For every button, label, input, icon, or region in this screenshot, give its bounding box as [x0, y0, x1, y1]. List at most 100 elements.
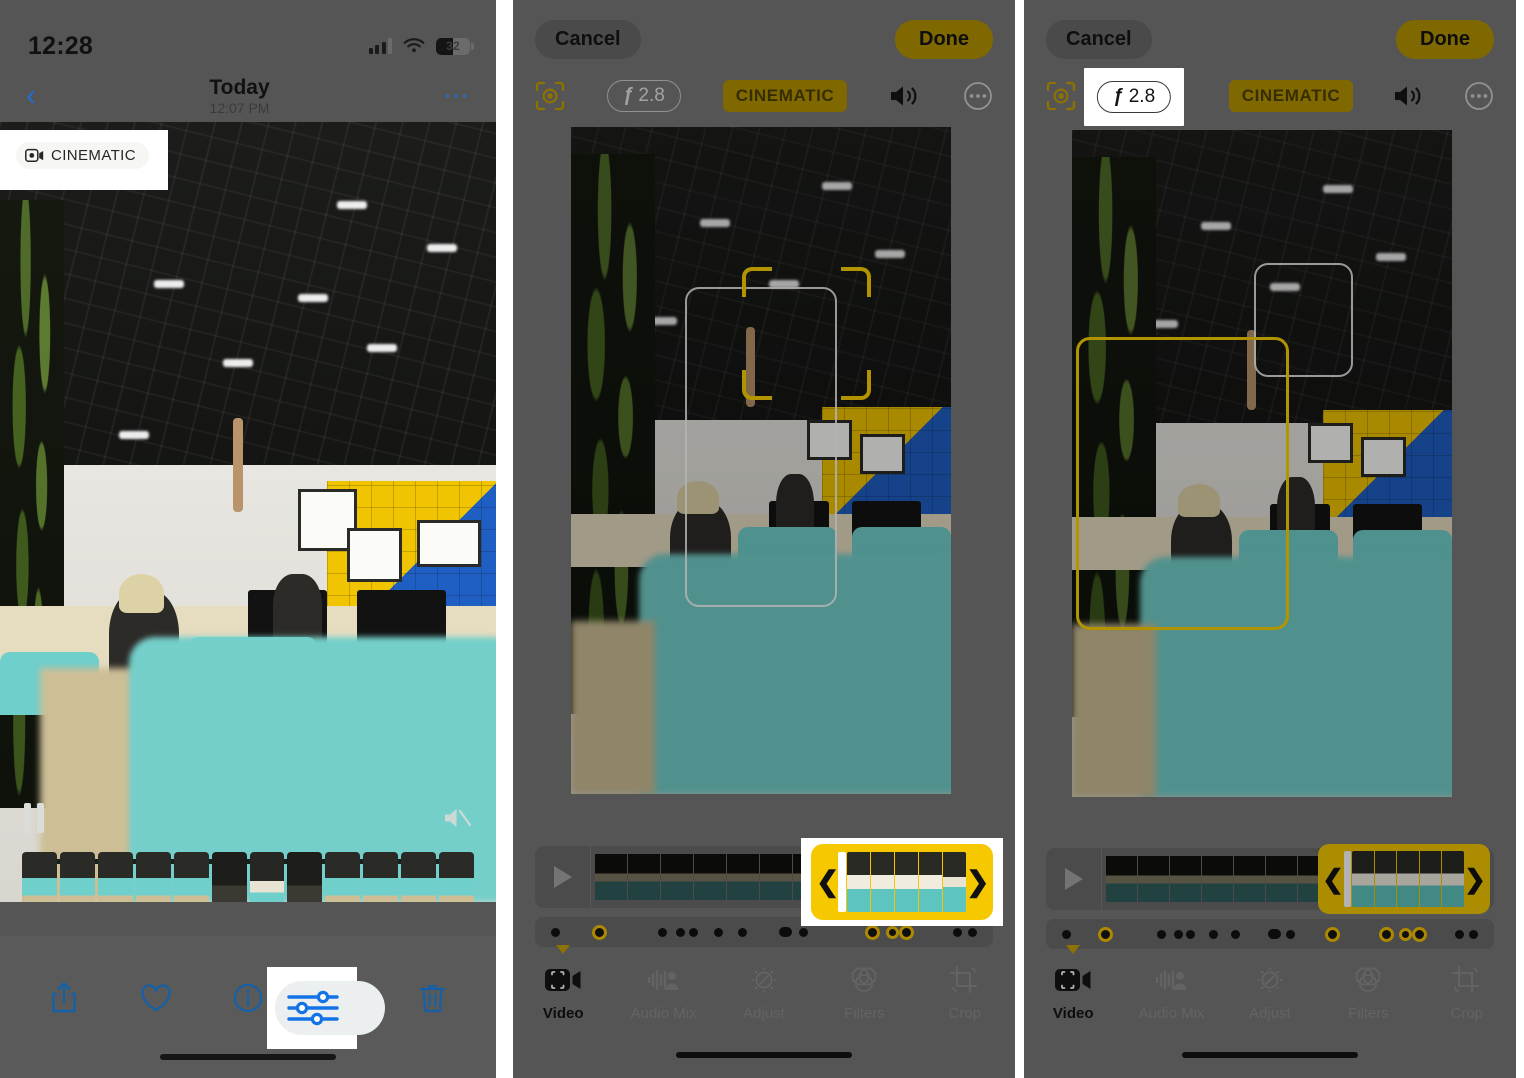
- tab-crop[interactable]: Crop: [915, 959, 1015, 1022]
- tab-label: Audio Mix: [1138, 1005, 1205, 1022]
- filmstrip-thumb[interactable]: [173, 852, 209, 902]
- active-tab-indicator: [556, 945, 571, 954]
- tab-label: Filters: [843, 1005, 885, 1022]
- done-button[interactable]: Done: [895, 19, 993, 59]
- page-title: Today 12:07 PM: [36, 76, 443, 117]
- tab-video[interactable]: Video: [1024, 945, 1122, 1022]
- tab-adjust[interactable]: Adjust: [714, 959, 814, 1022]
- navigation-bar: ‹ Today 12:07 PM ⋯: [0, 70, 496, 122]
- tab-audio-mix[interactable]: Audio Mix: [613, 959, 713, 1022]
- filmstrip-thumb[interactable]: [249, 852, 285, 902]
- cinematic-mode-badge[interactable]: CINEMATIC: [1228, 80, 1354, 112]
- trim-selection[interactable]: ❮ ❯: [811, 844, 993, 920]
- trim-right-handle[interactable]: ❯: [966, 868, 989, 896]
- back-button[interactable]: ‹: [26, 81, 36, 111]
- playhead[interactable]: [838, 852, 846, 912]
- trim-left-handle[interactable]: ❮: [1322, 866, 1344, 892]
- ellipsis-circle-icon[interactable]: [963, 81, 993, 111]
- filmstrip-thumb[interactable]: [135, 852, 171, 902]
- home-indicator: [160, 1054, 336, 1060]
- panel-photo-viewer: 12:28 32 ‹ Today 12:07 PM ⋯ CINEMATIC: [0, 0, 496, 1078]
- tab-label: Filters: [1347, 1005, 1389, 1022]
- trim-left-handle[interactable]: ❮: [816, 868, 839, 896]
- tab-label: Video: [1052, 1005, 1094, 1022]
- focus-target-icon[interactable]: [535, 81, 565, 111]
- trim-selection[interactable]: ❮ ❯: [1318, 844, 1490, 914]
- cellular-bars-icon: [368, 38, 392, 54]
- audio-mix-icon: [647, 969, 679, 991]
- tab-label: Audio Mix: [630, 1005, 697, 1022]
- title-text: Today: [209, 75, 270, 99]
- done-button[interactable]: Done: [1396, 19, 1494, 59]
- playhead[interactable]: [1344, 851, 1351, 907]
- crop-rotate-icon: [1451, 965, 1479, 994]
- office-scene-image: [1072, 130, 1452, 797]
- play-button[interactable]: [535, 846, 591, 908]
- sliders-icon[interactable]: [285, 989, 341, 1027]
- aperture-value: 2.8: [1128, 86, 1156, 107]
- subtitle-text: 12:07 PM: [209, 99, 270, 116]
- filmstrip-thumb[interactable]: [363, 852, 399, 902]
- filmstrip-thumb[interactable]: [287, 852, 323, 902]
- trim-frames: [1352, 851, 1464, 907]
- filmstrip-thumb[interactable]: [211, 852, 247, 902]
- status-bar: 12:28 32: [0, 0, 496, 74]
- focus-target-icon[interactable]: [1046, 81, 1076, 111]
- tab-crop[interactable]: Crop: [1418, 959, 1516, 1022]
- aperture-symbol: ƒ: [622, 85, 634, 106]
- tab-filters[interactable]: Filters: [814, 959, 914, 1022]
- filmstrip-thumb[interactable]: [59, 852, 95, 902]
- aperture-button-callout: ƒ 2.8: [1084, 68, 1184, 126]
- bottom-toolbar: [0, 936, 496, 1078]
- focus-points-track[interactable]: [1046, 919, 1494, 949]
- aperture-symbol: ƒ: [1112, 86, 1124, 107]
- speaker-on-icon[interactable]: [889, 83, 921, 109]
- edit-button-callout: [267, 967, 385, 1049]
- cinematic-mode-badge[interactable]: CINEMATIC: [722, 80, 848, 112]
- panel-editor-trim: Cancel Done ƒ 2.8 CINEMATIC Video Audio …: [513, 0, 1015, 1078]
- more-options-button[interactable]: ⋯: [443, 83, 470, 108]
- home-indicator: [676, 1052, 852, 1058]
- editor-top-bar: Cancel Done: [513, 0, 1015, 64]
- filmstrip-thumb[interactable]: [401, 852, 437, 902]
- trim-right-handle[interactable]: ❯: [1464, 866, 1486, 892]
- aperture-button[interactable]: ƒ 2.8: [606, 80, 681, 112]
- speaker-muted-icon[interactable]: [442, 805, 472, 831]
- tab-video[interactable]: Video: [513, 945, 613, 1022]
- cancel-button[interactable]: Cancel: [1046, 19, 1152, 59]
- office-scene-image: [571, 127, 951, 794]
- filmstrip-thumb[interactable]: [439, 852, 475, 902]
- favorite-button[interactable]: [126, 968, 186, 1028]
- video-timeline[interactable]: ❮ ❯: [1046, 844, 1494, 914]
- photo-canvas[interactable]: CINEMATIC: [0, 122, 496, 902]
- video-viewport[interactable]: [1072, 130, 1452, 797]
- heart-icon: [141, 983, 171, 1011]
- play-button[interactable]: [1046, 848, 1102, 910]
- hanging-toy: [233, 418, 244, 512]
- adjust-dial-icon: [1257, 967, 1283, 993]
- delete-button[interactable]: [402, 968, 462, 1028]
- filters-circles-icon: [1355, 967, 1381, 993]
- tab-adjust[interactable]: Adjust: [1221, 959, 1319, 1022]
- frame-filmstrip[interactable]: [0, 852, 496, 902]
- video-viewport[interactable]: [571, 127, 951, 794]
- ellipsis-circle-icon[interactable]: [1464, 81, 1494, 111]
- video-cinematic-icon: [1055, 969, 1091, 991]
- tab-label: Video: [542, 1005, 584, 1022]
- share-icon: [52, 982, 76, 1013]
- tab-audio-mix[interactable]: Audio Mix: [1122, 959, 1220, 1022]
- filmstrip-thumb[interactable]: [22, 852, 57, 902]
- cinematic-badge-label: CINEMATIC: [51, 147, 136, 164]
- audio-mix-icon: [1155, 969, 1187, 991]
- aperture-button[interactable]: ƒ 2.8: [1096, 81, 1172, 113]
- tab-filters[interactable]: Filters: [1319, 959, 1417, 1022]
- filmstrip-thumb[interactable]: [325, 852, 361, 902]
- speaker-on-icon[interactable]: [1393, 83, 1425, 109]
- filmstrip-thumb[interactable]: [97, 852, 133, 902]
- tab-label: Crop: [948, 1005, 982, 1022]
- share-button[interactable]: [34, 968, 94, 1028]
- editor-tool-bar: ƒ 2.8 CINEMATIC: [513, 72, 1015, 120]
- pause-button[interactable]: [24, 803, 44, 833]
- cinematic-badge: CINEMATIC: [16, 142, 149, 169]
- cancel-button[interactable]: Cancel: [535, 19, 641, 59]
